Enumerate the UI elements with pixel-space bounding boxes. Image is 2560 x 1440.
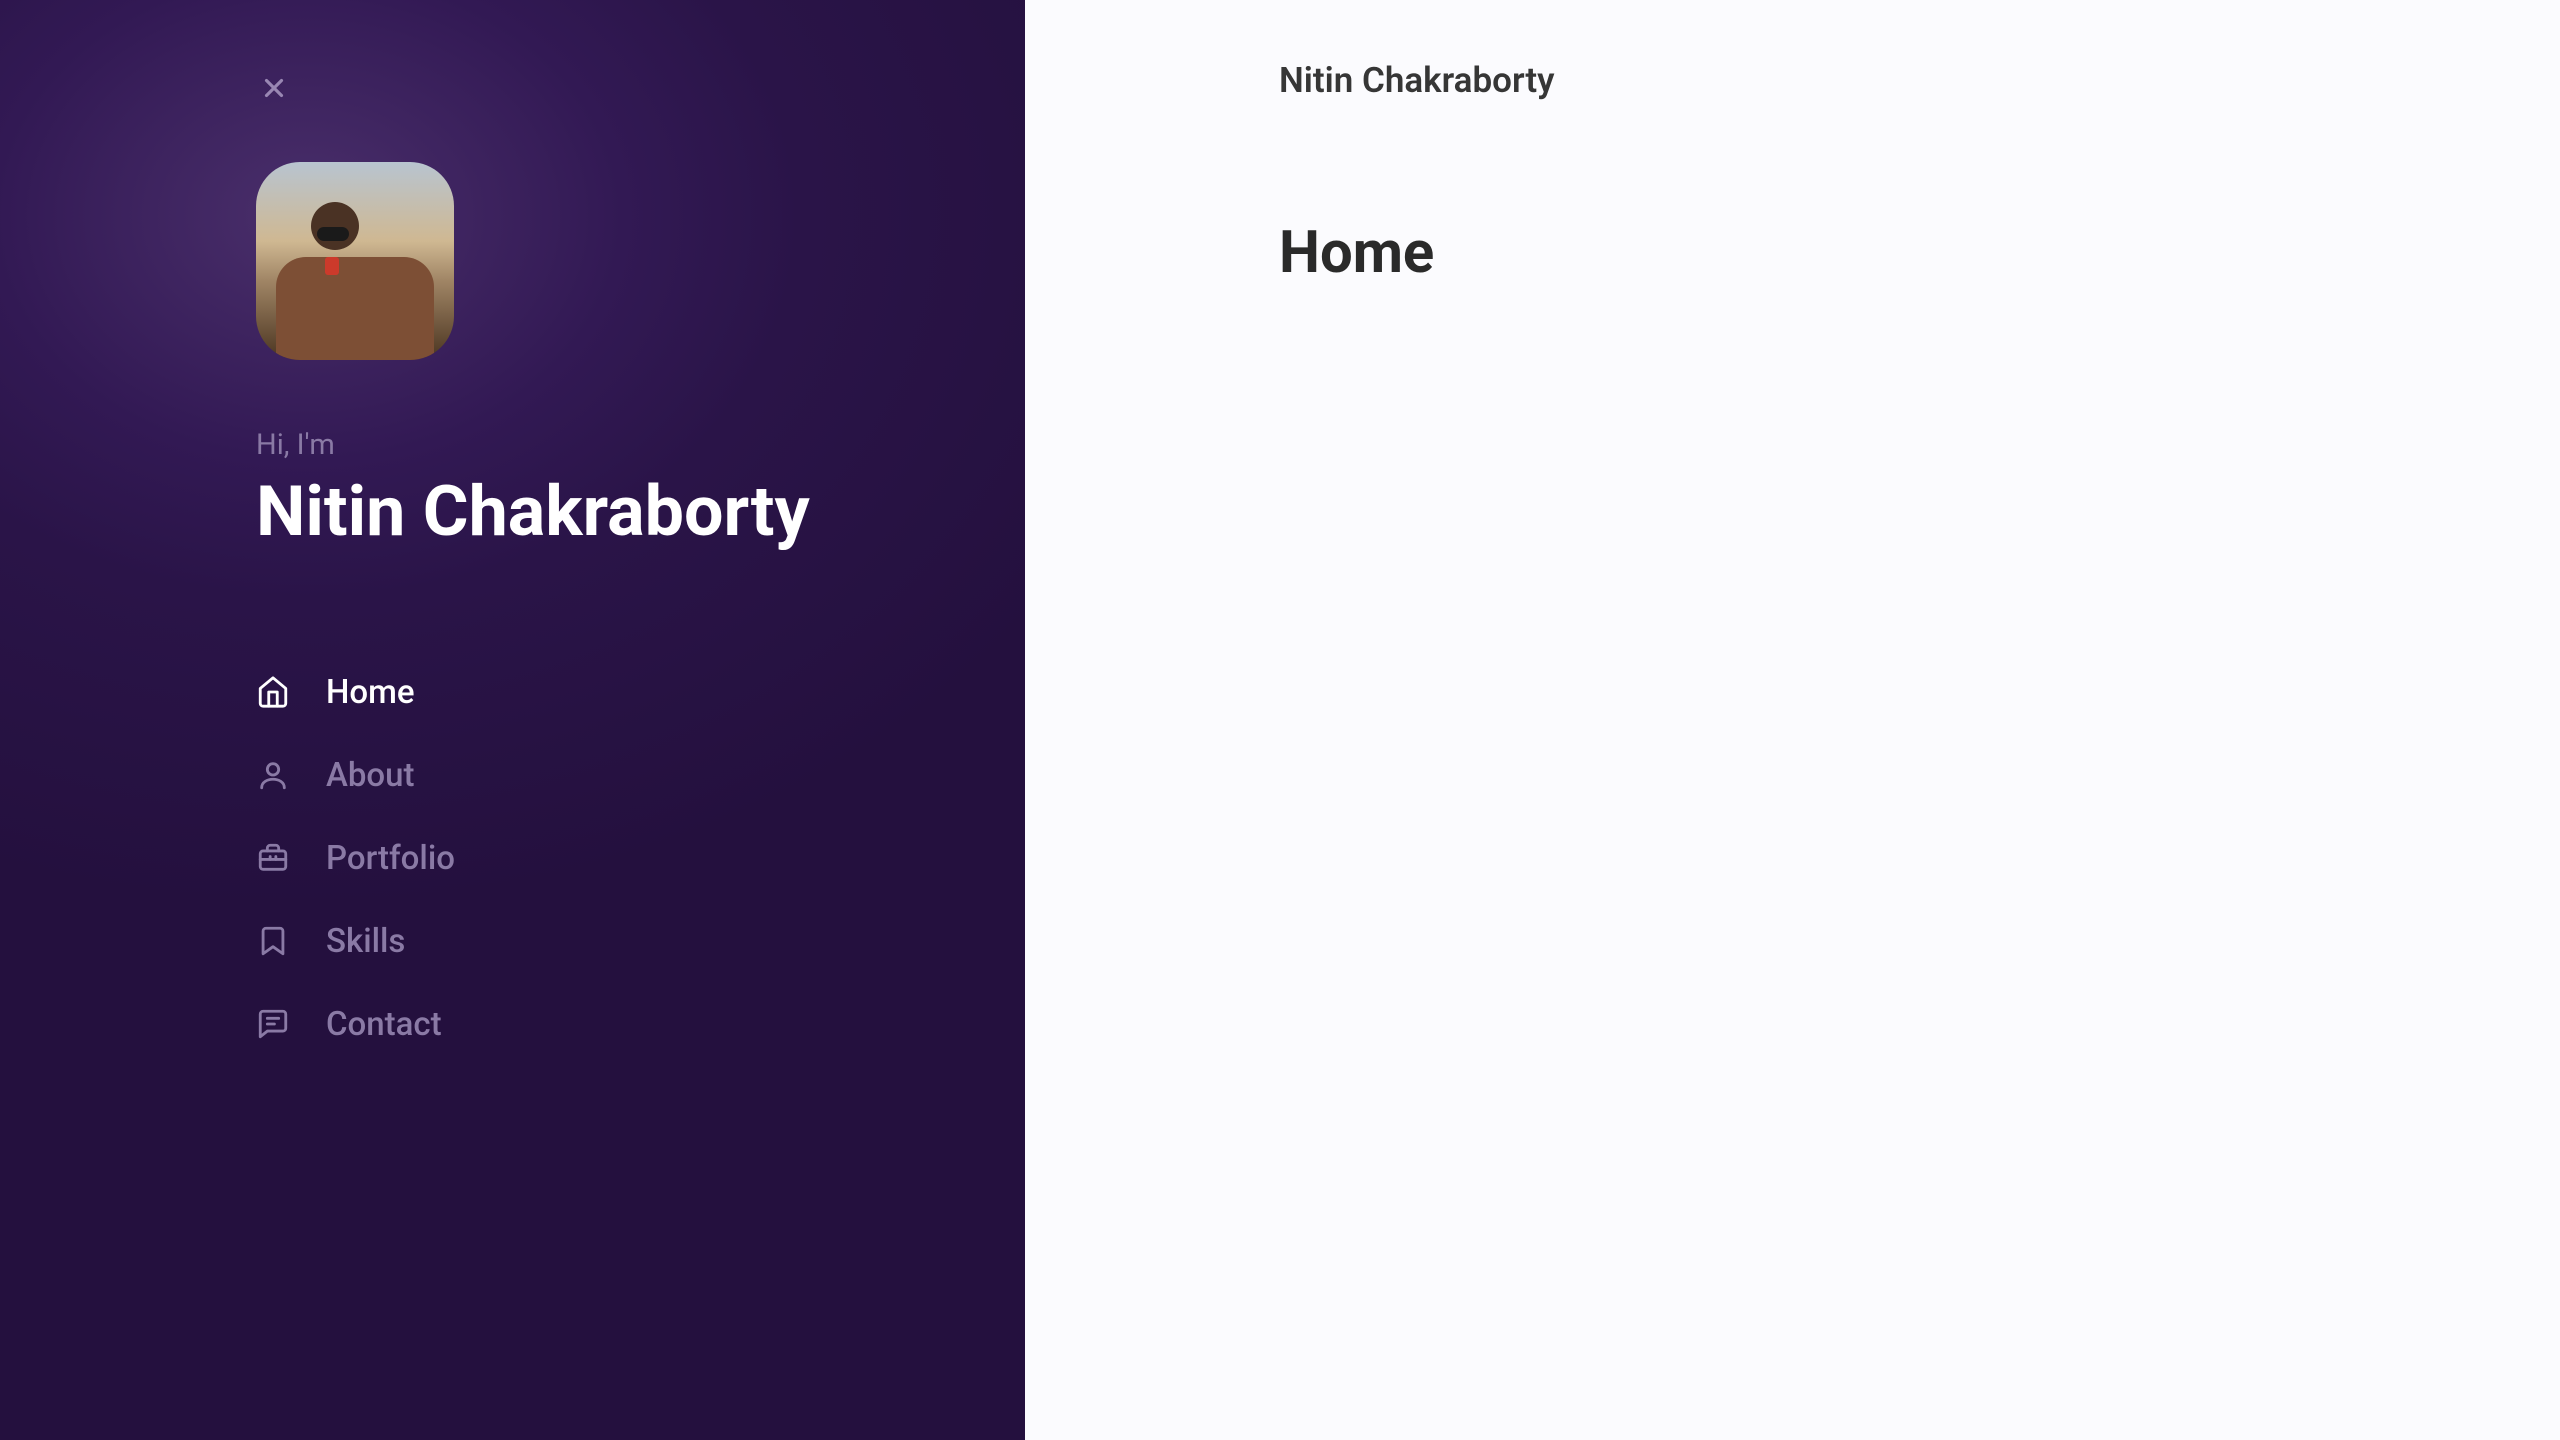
nav-label: Skills [326, 922, 405, 961]
nav-label: Home [326, 673, 415, 712]
sidebar-name: Nitin Chakraborty [256, 472, 1025, 553]
page-owner-name: Nitin Chakraborty [1279, 60, 2560, 101]
avatar [256, 162, 454, 360]
nav-label: Portfolio [326, 839, 455, 878]
close-button[interactable] [256, 70, 292, 106]
nav-label: About [326, 756, 415, 795]
message-icon [256, 1007, 290, 1041]
nav-list: Home About Portfolio Skills [256, 651, 1025, 1066]
bookmark-icon [256, 924, 290, 958]
page-title: Home [1279, 219, 2560, 287]
nav-item-contact[interactable]: Contact [256, 983, 1025, 1066]
nav-item-about[interactable]: About [256, 734, 1025, 817]
user-icon [256, 758, 290, 792]
sidebar: Hi, I'm Nitin Chakraborty Home About [0, 0, 1025, 1440]
nav-label: Contact [326, 1005, 442, 1044]
nav-item-skills[interactable]: Skills [256, 900, 1025, 983]
home-icon [256, 675, 290, 709]
main-content: Nitin Chakraborty Home [1025, 0, 2560, 1440]
close-icon [259, 73, 289, 103]
nav-item-portfolio[interactable]: Portfolio [256, 817, 1025, 900]
nav-item-home[interactable]: Home [256, 651, 1025, 734]
briefcase-icon [256, 841, 290, 875]
sidebar-greeting: Hi, I'm [256, 428, 1025, 462]
